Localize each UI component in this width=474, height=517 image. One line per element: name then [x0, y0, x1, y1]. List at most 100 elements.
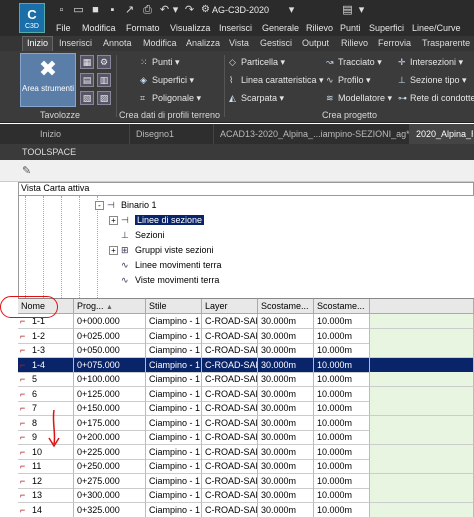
table-row[interactable]: 100+225.000Ciampino - 1C-ROAD-SAMI30.000… [18, 444, 474, 460]
undo-dropdown-icon[interactable]: ▾ [170, 5, 181, 16]
app-logo[interactable]: C C3D [19, 3, 45, 33]
table-row[interactable]: 140+325.000Ciampino - 1C-ROAD-SAMI30.000… [18, 502, 474, 517]
column-header-scostamento-sx[interactable]: Scostame... [258, 299, 314, 314]
cell-layer[interactable]: C-ROAD-SAMI [202, 444, 258, 460]
cell-scostamento-sx[interactable]: 30.000m [258, 459, 314, 474]
quick-access-dropdown-icon[interactable]: ▾ [356, 5, 367, 16]
cell-layer[interactable]: C-ROAD-SAMI [202, 343, 258, 358]
cell-layer[interactable]: C-ROAD-SAMI [202, 328, 258, 344]
cell-scostamento-dx[interactable]: 10.000m [314, 502, 370, 517]
intersezioni-button[interactable]: ✛ Intersezioni ▾ [398, 57, 463, 68]
cell-progressiva[interactable]: 0+000.000 [74, 314, 146, 329]
cell-scostamento-dx[interactable]: 10.000m [314, 430, 370, 445]
cell-stile[interactable]: Ciampino - 1 [146, 372, 202, 387]
cell-progressiva[interactable]: 0+325.000 [74, 502, 146, 517]
cell-layer[interactable]: C-ROAD-SAMI [202, 314, 258, 329]
table-row[interactable]: 80+175.000Ciampino - 1C-ROAD-SAMI30.000m… [18, 415, 474, 431]
table-row[interactable]: 90+200.000Ciampino - 1C-ROAD-SAMI30.000m… [18, 430, 474, 445]
group-crea-dati-label[interactable]: Crea dati di profili terreno [119, 110, 220, 120]
cell-layer[interactable]: C-ROAD-SAMI [202, 430, 258, 445]
cell-progressiva[interactable]: 0+075.000 [74, 357, 146, 373]
cell-progressiva[interactable]: 0+275.000 [74, 473, 146, 489]
cell-stile[interactable]: Ciampino - 1 [146, 502, 202, 517]
tab-vista[interactable]: Vista [229, 38, 249, 48]
cell-progressiva[interactable]: 0+250.000 [74, 459, 146, 474]
cell-scostamento-sx[interactable]: 30.000m [258, 372, 314, 387]
settings-icon[interactable]: ⚙ [97, 55, 111, 69]
superfici-button[interactable]: ◈ Superfici ▾ [140, 75, 194, 86]
cell-progressiva[interactable]: 0+150.000 [74, 401, 146, 416]
cell-scostamento-sx[interactable]: 30.000m [258, 430, 314, 445]
cell-stile[interactable]: Ciampino - 1 [146, 430, 202, 445]
tab-analizza[interactable]: Analizza [186, 38, 220, 48]
tab-modifica[interactable]: Modifica [143, 38, 177, 48]
cell-scostamento-sx[interactable]: 30.000m [258, 473, 314, 489]
cell-stile[interactable]: Ciampino - 1 [146, 444, 202, 460]
cell-scostamento-sx[interactable]: 30.000m [258, 386, 314, 402]
cell-stile[interactable]: Ciampino - 1 [146, 459, 202, 474]
cell-scostamento-sx[interactable]: 30.000m [258, 314, 314, 329]
cell-scostamento-sx[interactable]: 30.000m [258, 328, 314, 344]
menu-modifica[interactable]: Modifica [82, 23, 116, 33]
cell-scostamento-dx[interactable]: 10.000m [314, 386, 370, 402]
cell-scostamento-sx[interactable]: 30.000m [258, 415, 314, 431]
cell-scostamento-dx[interactable]: 10.000m [314, 343, 370, 358]
undo-icon[interactable]: ↶ [159, 5, 170, 16]
tab-ferrovia[interactable]: Ferrovia [378, 38, 411, 48]
menu-visualizza[interactable]: Visualizza [170, 23, 210, 33]
tree-expander[interactable]: + [109, 246, 118, 255]
area-strumenti-button[interactable]: ✖ Area strumenti [20, 53, 76, 107]
table-row[interactable]: 60+125.000Ciampino - 1C-ROAD-SAMI30.000m… [18, 386, 474, 402]
cell-stile[interactable]: Ciampino - 1 [146, 357, 202, 373]
cell-stile[interactable]: Ciampino - 1 [146, 401, 202, 416]
print-icon[interactable]: ⎙ [142, 5, 153, 16]
save-icon[interactable]: ■ [90, 5, 101, 16]
table-row[interactable]: 110+250.000Ciampino - 1C-ROAD-SAMI30.000… [18, 459, 474, 474]
rete-condotte-button[interactable]: ⊶ Rete di condotte [398, 93, 474, 104]
scarpata-button[interactable]: ◭ Scarpata ▾ [229, 93, 284, 104]
tool-palette-icon[interactable]: ▧ [80, 91, 94, 105]
cell-scostamento-sx[interactable]: 30.000m [258, 401, 314, 416]
menu-generale[interactable]: Generale [262, 23, 299, 33]
tab-trasparente[interactable]: Trasparente [422, 38, 470, 48]
menu-formato[interactable]: Formato [126, 23, 160, 33]
table-row[interactable]: 1-40+075.000Ciampino - 1C-ROAD-SAMI30.00… [18, 357, 474, 373]
modellatore-button[interactable]: ≋ Modellatore ▾ [326, 93, 392, 104]
cell-scostamento-dx[interactable]: 10.000m [314, 357, 370, 373]
sheet-set-icon[interactable]: ▨ [97, 91, 111, 105]
cell-stile[interactable]: Ciampino - 1 [146, 343, 202, 358]
column-header-layer[interactable]: Layer [202, 299, 258, 314]
properties-icon[interactable]: ▦ [80, 55, 94, 69]
tree-node-linee-sezione[interactable]: + ⊣ Linee di sezione [109, 214, 205, 227]
table-row[interactable]: 120+275.000Ciampino - 1C-ROAD-SAMI30.000… [18, 473, 474, 489]
toolspace-edit-icon[interactable]: ✎ [22, 164, 31, 177]
view-selector[interactable]: Vista Carta attiva [18, 182, 474, 196]
tab-annota[interactable]: Annota [103, 38, 132, 48]
table-row[interactable]: 50+100.000Ciampino - 1C-ROAD-SAMI30.000m… [18, 372, 474, 387]
cell-scostamento-dx[interactable]: 10.000m [314, 459, 370, 474]
new-file-icon[interactable]: ▫ [56, 5, 67, 16]
doc-tab-2020-alpina[interactable]: 2020_Alpina_R [410, 124, 474, 144]
cell-layer[interactable]: C-ROAD-SAMI [202, 386, 258, 402]
menu-file[interactable]: File [56, 23, 71, 33]
cell-layer[interactable]: C-ROAD-SAMI [202, 502, 258, 517]
cell-scostamento-dx[interactable]: 10.000m [314, 415, 370, 431]
table-row[interactable]: 70+150.000Ciampino - 1C-ROAD-SAMI30.000m… [18, 401, 474, 416]
group-crea-progetto-label[interactable]: Crea progetto [322, 110, 377, 120]
column-header-stile[interactable]: Stile [146, 299, 202, 314]
doc-tab-acad13[interactable]: ACAD13-2020_Alpina_...iampino-SEZIONI_ag… [214, 124, 410, 144]
cell-layer[interactable]: C-ROAD-SAMI [202, 473, 258, 489]
doc-tab-inizio[interactable]: Inizio [34, 124, 130, 144]
cell-progressiva[interactable]: 0+175.000 [74, 415, 146, 431]
punti-button[interactable]: ⁙ Punti ▾ [140, 57, 180, 68]
table-row[interactable]: 1-10+000.000Ciampino - 1C-ROAD-SAMI30.00… [18, 314, 474, 329]
tree-expander[interactable]: - [95, 201, 104, 210]
cell-progressiva[interactable]: 0+300.000 [74, 488, 146, 503]
cell-scostamento-dx[interactable]: 10.000m [314, 314, 370, 329]
export-icon[interactable]: ↗ [124, 5, 135, 16]
tree-node-sezioni[interactable]: ⊥ Sezioni [121, 229, 165, 242]
cell-scostamento-dx[interactable]: 10.000m [314, 488, 370, 503]
cell-progressiva[interactable]: 0+225.000 [74, 444, 146, 460]
table-row[interactable]: 1-20+025.000Ciampino - 1C-ROAD-SAMI30.00… [18, 328, 474, 344]
cell-stile[interactable]: Ciampino - 1 [146, 488, 202, 503]
